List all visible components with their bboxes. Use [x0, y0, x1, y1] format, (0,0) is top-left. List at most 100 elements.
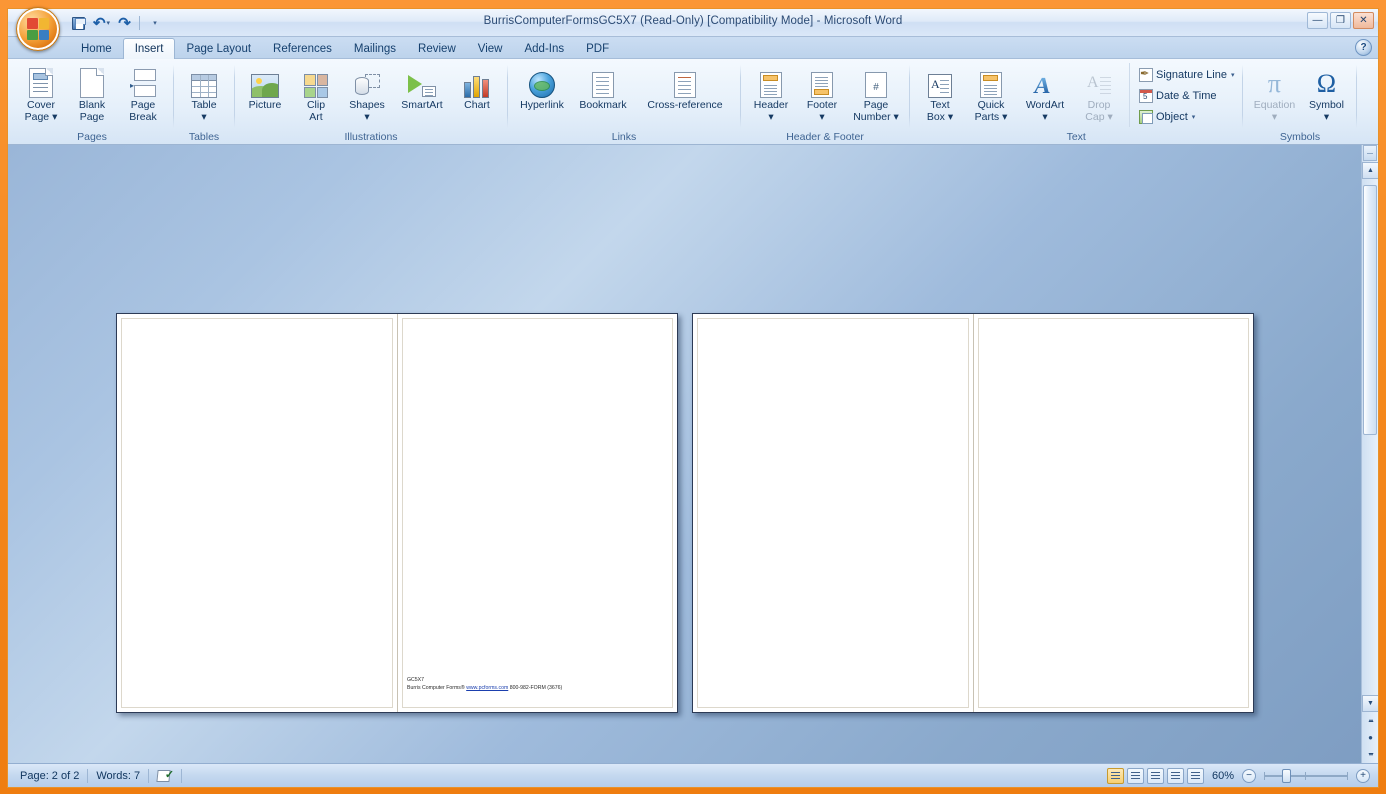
ribbon: Cover Page ▾ Blank Page ▸ Page Break Pag…: [8, 59, 1378, 145]
date-and-time-button[interactable]: Date & Time: [1136, 85, 1237, 106]
tab-add-ins[interactable]: Add-Ins: [513, 39, 575, 59]
view-full-screen-reading-button[interactable]: [1126, 767, 1144, 784]
footer-line: Burris Computer Forms® www.pcforms.com 8…: [407, 684, 562, 692]
scroll-down-icon: ▼: [1367, 700, 1374, 707]
footer-icon: [811, 66, 833, 98]
group-divider: [909, 65, 910, 128]
page-indicator[interactable]: Page: 2 of 2: [12, 767, 87, 785]
page-2-right[interactable]: [973, 314, 1253, 712]
cover-page-button[interactable]: Cover Page ▾: [16, 63, 66, 123]
header-button[interactable]: Header ▾: [746, 63, 796, 123]
button-label: Drop Cap ▾: [1085, 99, 1113, 123]
symbol-button[interactable]: Ω Symbol ▾: [1301, 63, 1351, 123]
company-name: Burris Computer Forms®: [407, 685, 465, 691]
tab-view[interactable]: View: [467, 39, 514, 59]
tab-review[interactable]: Review: [407, 39, 467, 59]
bookmark-icon: [592, 66, 614, 98]
scroll-down-button[interactable]: ▼: [1362, 695, 1378, 712]
blank-page-button[interactable]: Blank Page: [67, 63, 117, 123]
view-draft-button[interactable]: [1186, 767, 1204, 784]
tab-page-layout[interactable]: Page Layout: [175, 39, 262, 59]
word-count[interactable]: Words: 7: [88, 767, 148, 785]
document-canvas[interactable]: GC5X7 Burris Computer Forms® www.pcforms…: [8, 145, 1378, 763]
group-label-pages: Pages: [77, 131, 107, 143]
help-icon[interactable]: ?: [1355, 39, 1372, 56]
view-web-layout-button[interactable]: [1146, 767, 1164, 784]
page-number-button[interactable]: # Page Number ▾: [848, 63, 904, 123]
vertical-scrollbar[interactable]: ▲ ▼ ▴▴ ● ▾▾: [1361, 145, 1378, 763]
tab-mailings[interactable]: Mailings: [343, 39, 407, 59]
view-print-layout-button[interactable]: [1106, 767, 1124, 784]
tab-home[interactable]: Home: [70, 39, 123, 59]
clip-art-button[interactable]: Clip Art: [291, 63, 341, 123]
button-label: Blank Page: [78, 99, 106, 123]
chart-button[interactable]: Chart: [452, 63, 502, 112]
footer-button[interactable]: Footer ▾: [797, 63, 847, 123]
button-label: Quick Parts ▾: [974, 99, 1008, 123]
ribbon-group-header-footer: Header ▾ Footer ▾ # Page Number ▾ Header & …: [742, 61, 908, 144]
smartart-button[interactable]: SmartArt: [393, 63, 451, 112]
word-window: ↶ ▾ ↷ ▾ BurrisComputerFormsGC5X7 (Read-O…: [7, 7, 1379, 788]
scroll-thumb[interactable]: [1363, 185, 1377, 435]
signature-line-button[interactable]: Signature Line ▾: [1136, 64, 1237, 85]
tab-insert[interactable]: Insert: [122, 38, 176, 59]
browse-object-icon: ●: [1368, 733, 1373, 742]
button-label: Cross-reference: [647, 99, 723, 111]
minimize-button[interactable]: —: [1307, 12, 1328, 29]
slider-tick: [1264, 771, 1265, 780]
blank-page-icon: [80, 66, 104, 98]
equation-button[interactable]: π Equation ▾: [1248, 63, 1300, 123]
button-label: Date & Time: [1156, 89, 1217, 102]
restore-button[interactable]: ❐: [1330, 12, 1351, 29]
button-label: Page Break: [129, 99, 157, 123]
table-button[interactable]: Table ▾: [179, 63, 229, 123]
object-button[interactable]: Object ▾: [1136, 106, 1237, 127]
tab-label: PDF: [586, 43, 610, 55]
group-divider: [507, 65, 508, 128]
status-divider: [181, 768, 183, 783]
page-2-left[interactable]: [693, 314, 973, 712]
text-box-button[interactable]: A Text Box ▾: [915, 63, 965, 123]
chevron-down-icon[interactable]: ▾: [1231, 71, 1235, 79]
tab-references[interactable]: References: [262, 39, 343, 59]
page-break-button[interactable]: ▸ Page Break: [118, 63, 168, 123]
zoom-in-button[interactable]: +: [1356, 768, 1370, 783]
proofing-status-button[interactable]: [149, 767, 181, 785]
ribbon-group-links: Hyperlink Bookmark Cross-reference Links: [509, 61, 739, 144]
bookmark-button[interactable]: Bookmark: [572, 63, 634, 112]
view-outline-button[interactable]: [1166, 767, 1184, 784]
previous-page-button[interactable]: ▴▴: [1362, 712, 1378, 729]
tab-label: Page Layout: [186, 43, 252, 55]
equation-icon: π: [1267, 69, 1282, 98]
split-window-handle[interactable]: [1363, 145, 1377, 161]
page-1-right[interactable]: GC5X7 Burris Computer Forms® www.pcforms…: [397, 314, 677, 712]
group-label-header-footer: Header & Footer: [786, 131, 864, 143]
zoom-out-button[interactable]: −: [1242, 768, 1256, 783]
button-label: Table ▾: [191, 99, 217, 123]
shapes-button[interactable]: Shapes ▾: [342, 63, 392, 123]
button-label: Footer ▾: [806, 99, 838, 123]
app-frame: ↶ ▾ ↷ ▾ BurrisComputerFormsGC5X7 (Read-O…: [0, 0, 1386, 794]
quick-parts-button[interactable]: Quick Parts ▾: [966, 63, 1016, 123]
close-button[interactable]: ✕: [1353, 12, 1374, 29]
quick-parts-icon: [980, 66, 1002, 98]
scroll-up-button[interactable]: ▲: [1362, 162, 1378, 179]
select-browse-object-button[interactable]: ●: [1362, 729, 1378, 746]
page-1-left[interactable]: [117, 314, 397, 712]
next-page-button[interactable]: ▾▾: [1362, 746, 1378, 763]
hyperlink-button[interactable]: Hyperlink: [513, 63, 571, 112]
ribbon-tab-strip: Home Insert Page Layout References Maili…: [8, 37, 1378, 59]
pcforms-link[interactable]: www.pcforms.com: [466, 685, 508, 691]
zoom-slider[interactable]: [1264, 768, 1348, 783]
zoom-level-label[interactable]: 60%: [1207, 770, 1239, 782]
tab-pdf[interactable]: PDF: [575, 39, 620, 59]
picture-button[interactable]: Picture: [240, 63, 290, 112]
drop-cap-button[interactable]: A Drop Cap ▾: [1074, 63, 1124, 123]
wordart-button[interactable]: A WordArt ▾: [1017, 63, 1073, 123]
office-button[interactable]: [16, 7, 60, 51]
button-label: Cover Page ▾: [24, 99, 58, 123]
cross-reference-button[interactable]: Cross-reference: [635, 63, 735, 112]
page-margin-guide: [121, 318, 393, 708]
slider-thumb[interactable]: [1282, 768, 1291, 783]
chevron-down-icon[interactable]: ▾: [1192, 113, 1196, 121]
